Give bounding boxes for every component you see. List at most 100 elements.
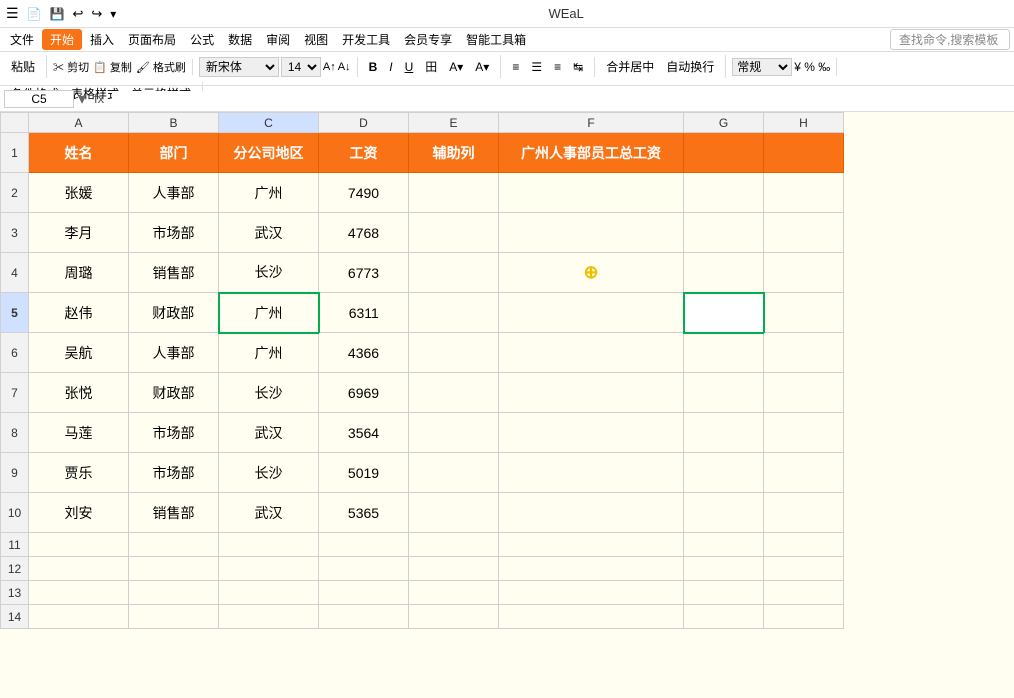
row-header-3[interactable]: 3 [1,213,29,253]
cell-g7[interactable] [684,373,764,413]
cell-e9[interactable] [409,453,499,493]
row-header-5[interactable]: 5 [1,293,29,333]
cell-d5[interactable]: 6311 [319,293,409,333]
cell-h12[interactable] [764,557,844,581]
cell-c11[interactable] [219,533,319,557]
cell-a6[interactable]: 吴航 [29,333,129,373]
row-header-8[interactable]: 8 [1,413,29,453]
row-header-4[interactable]: 4 [1,253,29,293]
align-center-button[interactable]: ☰ [526,57,547,77]
cell-c6[interactable]: 广州 [219,333,319,373]
menu-data[interactable]: 数据 [222,29,258,50]
menu-file[interactable]: 文件 [4,29,40,50]
cell-d8[interactable]: 3564 [319,413,409,453]
cell-g11[interactable] [684,533,764,557]
align-right-button[interactable]: ≡ [549,57,566,77]
cell-g2[interactable] [684,173,764,213]
percent-icon[interactable]: ¥ % ‰ [794,60,830,74]
cell-b7[interactable]: 财政部 [129,373,219,413]
cell-g13[interactable] [684,581,764,605]
row-header-1[interactable]: 1 [1,133,29,173]
cell-c12[interactable] [219,557,319,581]
cell-g3[interactable] [684,213,764,253]
indent-button[interactable]: ↹ [568,57,588,77]
function-icon[interactable]: fx [90,91,108,106]
row-header-10[interactable]: 10 [1,493,29,533]
row-header-14[interactable]: 14 [1,605,29,629]
col-header-g[interactable]: G [684,113,764,133]
cell-c8[interactable]: 武汉 [219,413,319,453]
cell-a5[interactable]: 赵伟 [29,293,129,333]
cut-icon[interactable]: ✂ 剪切 [53,59,89,75]
cell-a8[interactable]: 马莲 [29,413,129,453]
cell-h13[interactable] [764,581,844,605]
cell-h8[interactable] [764,413,844,453]
header-cell-h[interactable] [764,133,844,173]
font-size-select[interactable]: 14 [281,57,321,77]
cell-f12[interactable] [499,557,684,581]
align-left-button[interactable]: ≡ [507,57,524,77]
cell-a9[interactable]: 贾乐 [29,453,129,493]
row-header-6[interactable]: 6 [1,333,29,373]
border-button[interactable]: 田 [420,55,442,78]
wrap-text-button[interactable]: 自动换行 [661,55,719,78]
menu-formula[interactable]: 公式 [184,29,220,50]
header-cell-aux[interactable]: 辅助列 [409,133,499,173]
header-cell-total[interactable]: 广州人事部员工总工资 [499,133,684,173]
cell-d14[interactable] [319,605,409,629]
undo-icon[interactable]: ↩ [72,6,83,22]
header-cell-region[interactable]: 分公司地区 [219,133,319,173]
copy-icon[interactable]: 📋 复制 [93,59,132,75]
menu-start[interactable]: 开始 [42,29,82,50]
cell-a12[interactable] [29,557,129,581]
row-header-7[interactable]: 7 [1,373,29,413]
cell-f13[interactable] [499,581,684,605]
cell-a7[interactable]: 张悦 [29,373,129,413]
cell-d12[interactable] [319,557,409,581]
cell-h10[interactable] [764,493,844,533]
cell-b10[interactable]: 销售部 [129,493,219,533]
cell-d7[interactable]: 6969 [319,373,409,413]
cell-b13[interactable] [129,581,219,605]
row-header-13[interactable]: 13 [1,581,29,605]
format-painter-icon[interactable]: 🖌 格式刷 [136,59,186,75]
paste-button[interactable]: 粘贴 [6,55,40,78]
cell-e2[interactable] [409,173,499,213]
cell-c4[interactable]: 长沙 [219,253,319,293]
cell-c14[interactable] [219,605,319,629]
cell-h7[interactable] [764,373,844,413]
menu-devtools[interactable]: 开发工具 [336,29,396,50]
cell-c7[interactable]: 长沙 [219,373,319,413]
cell-a14[interactable] [29,605,129,629]
col-header-b[interactable]: B [129,113,219,133]
cell-h11[interactable] [764,533,844,557]
cell-b3[interactable]: 市场部 [129,213,219,253]
col-header-e[interactable]: E [409,113,499,133]
cell-a4[interactable]: 周璐 [29,253,129,293]
col-header-c[interactable]: C [219,113,319,133]
cell-e7[interactable] [409,373,499,413]
cell-b2[interactable]: 人事部 [129,173,219,213]
cell-c10[interactable]: 武汉 [219,493,319,533]
cell-e11[interactable] [409,533,499,557]
cell-b8[interactable]: 市场部 [129,413,219,453]
cell-d2[interactable]: 7490 [319,173,409,213]
merge-center-button[interactable]: 合并居中 [601,55,659,78]
cell-g14[interactable] [684,605,764,629]
cell-g6[interactable] [684,333,764,373]
header-cell-dept[interactable]: 部门 [129,133,219,173]
cell-g9[interactable] [684,453,764,493]
cell-g10[interactable] [684,493,764,533]
row-header-11[interactable]: 11 [1,533,29,557]
cell-f8[interactable] [499,413,684,453]
cell-d4[interactable]: 6773 [319,253,409,293]
cell-d10[interactable]: 5365 [319,493,409,533]
shrink-font-icon[interactable]: A↓ [338,61,351,73]
cell-b6[interactable]: 人事部 [129,333,219,373]
menu-icon[interactable]: ☰ [6,5,19,22]
cell-c13[interactable] [219,581,319,605]
cell-e8[interactable] [409,413,499,453]
cell-f14[interactable] [499,605,684,629]
cell-h5[interactable] [764,293,844,333]
menu-vip[interactable]: 会员专享 [398,29,458,50]
